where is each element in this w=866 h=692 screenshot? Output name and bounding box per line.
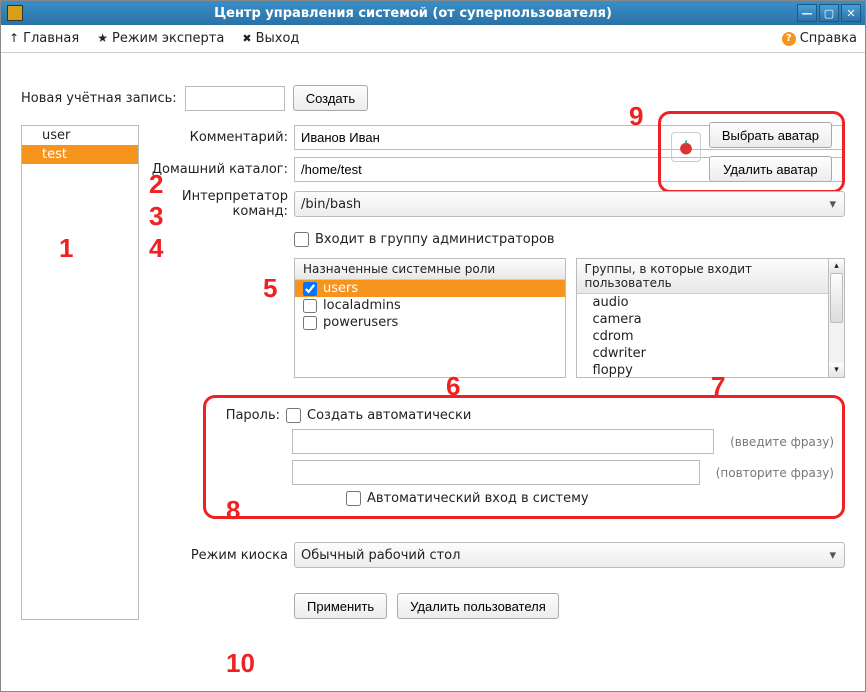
minimize-button[interactable]: — [797,4,817,22]
star-icon [97,31,108,46]
titlebar: Центр управления системой (от суперпольз… [1,1,865,25]
roles-list[interactable]: Назначенные системные роли users localad… [294,258,566,378]
group-item[interactable]: audio [577,294,829,311]
groups-scrollbar[interactable]: ▴ ▾ [829,258,845,378]
kiosk-select[interactable]: Обычный рабочий стол [294,542,845,568]
user-item-test[interactable]: test [22,145,138,164]
menu-exit[interactable]: Выход [242,31,299,46]
role-item-localadmins[interactable]: localadmins [295,297,565,314]
scroll-up-icon[interactable]: ▴ [829,259,844,273]
shell-label: Интерпретатор команд: [149,189,294,219]
create-button[interactable]: Создать [293,85,368,111]
groups-list[interactable]: Группы, в которые входит пользователь au… [576,258,830,378]
password-input[interactable] [292,429,714,454]
password-confirm-input[interactable] [292,460,700,485]
role-check-powerusers[interactable] [303,316,317,330]
group-item[interactable]: floppy [577,362,829,377]
autologin-label: Автоматический вход в систему [367,491,589,506]
home-label: Домашний каталог: [149,162,294,177]
admin-label: Входит в группу администраторов [315,232,555,247]
roles-header: Назначенные системные роли [295,259,565,280]
admin-checkbox[interactable] [294,232,309,247]
apple-icon [676,137,696,157]
new-account-input[interactable] [185,86,285,111]
exit-icon [242,31,251,46]
menu-home[interactable]: Главная [9,31,79,46]
up-icon [9,31,19,46]
choose-avatar-button[interactable]: Выбрать аватар [709,122,832,148]
remove-avatar-button[interactable]: Удалить аватар [709,156,832,182]
role-check-users[interactable] [303,282,317,296]
shell-select[interactable]: /bin/bash [294,191,845,217]
password-section: Пароль: Создать автоматически 👁 (введите… [203,395,845,519]
new-account-label: Новая учётная запись: [21,91,177,106]
autogen-label: Создать автоматически [307,408,471,423]
role-item-users[interactable]: users [295,280,565,297]
close-button[interactable]: ✕ [841,4,861,22]
maximize-button[interactable]: ▢ [819,4,839,22]
password-hint-1: (введите фразу) [730,435,834,449]
scroll-thumb[interactable] [830,273,843,323]
role-check-localadmins[interactable] [303,299,317,313]
user-item-user[interactable]: user [22,126,138,145]
role-item-powerusers[interactable]: powerusers [295,314,565,331]
menu-expert[interactable]: Режим эксперта [97,31,224,46]
group-item[interactable]: camera [577,311,829,328]
kiosk-label: Режим киоска [149,548,294,563]
group-item[interactable]: cdwriter [577,345,829,362]
groups-header: Группы, в которые входит пользователь [577,259,829,294]
help-icon: ? [782,32,796,46]
window-title: Центр управления системой (от суперпольз… [29,6,797,21]
autologin-checkbox[interactable] [346,491,361,506]
delete-user-button[interactable]: Удалить пользователя [397,593,559,619]
apply-button[interactable]: Применить [294,593,387,619]
user-list[interactable]: user test [21,125,139,620]
menubar: Главная Режим эксперта Выход ?Справка [1,25,865,53]
password-hint-2: (повторите фразу) [716,466,834,480]
menu-help[interactable]: ?Справка [782,31,857,46]
scroll-down-icon[interactable]: ▾ [829,363,844,377]
password-label: Пароль: [206,408,286,423]
avatar-preview [671,132,701,162]
group-item[interactable]: cdrom [577,328,829,345]
comment-label: Комментарий: [149,130,294,145]
autogen-checkbox[interactable] [286,408,301,423]
app-icon [7,5,23,21]
avatar-section: Выбрать аватар Удалить аватар [658,111,845,193]
